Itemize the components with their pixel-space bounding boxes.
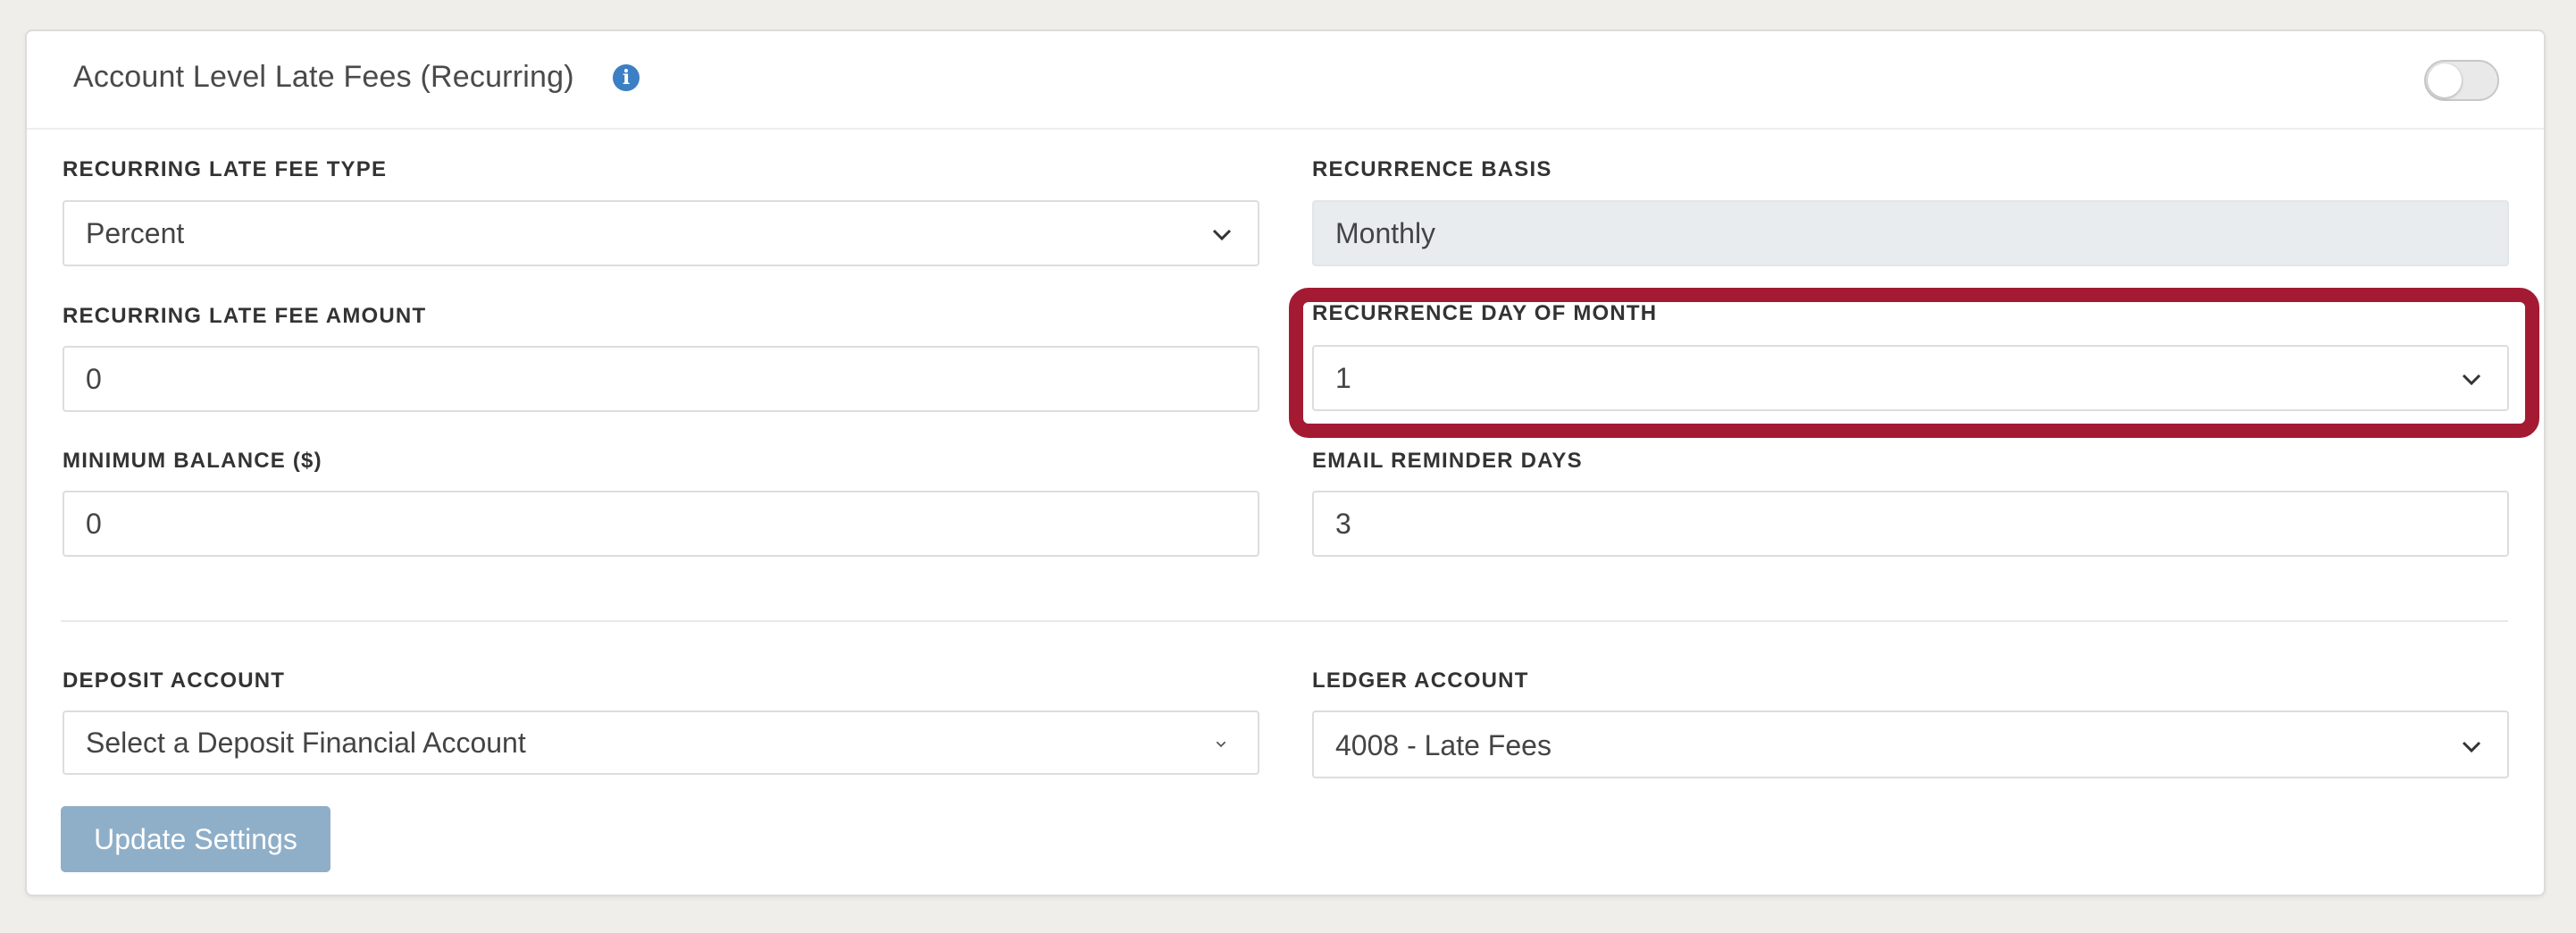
card-title: Account Level Late Fees (Recurring) <box>73 60 574 94</box>
recurrence-basis-field: Monthly <box>1312 200 2509 266</box>
enable-toggle[interactable] <box>2424 60 2499 101</box>
info-icon[interactable]: i <box>613 64 640 91</box>
card-header: Account Level Late Fees (Recurring) i <box>27 31 2544 130</box>
chevron-down-icon <box>1216 741 1226 748</box>
ledger-account-select[interactable]: 4008 - Late Fees <box>1312 710 2509 778</box>
ledger-account-value: 4008 - Late Fees <box>1335 729 1551 761</box>
recurring-late-fee-amount-input[interactable]: 0 <box>63 346 1259 412</box>
email-reminder-days-input[interactable]: 3 <box>1312 491 2509 557</box>
section-divider <box>61 620 2508 622</box>
recurrence-basis-value: Monthly <box>1335 217 1436 249</box>
chevron-down-icon <box>2462 741 2481 753</box>
email-reminder-days-label: EMAIL REMINDER DAYS <box>1312 449 1583 473</box>
recurring-late-fee-type-select[interactable]: Percent <box>63 200 1259 266</box>
minimum-balance-input[interactable]: 0 <box>63 491 1259 557</box>
minimum-balance-value: 0 <box>86 508 102 540</box>
deposit-account-label: DEPOSIT ACCOUNT <box>63 668 286 693</box>
minimum-balance-label: MINIMUM BALANCE ($) <box>63 449 322 473</box>
highlight-box <box>1289 288 2539 438</box>
deposit-account-select[interactable]: Select a Deposit Financial Account <box>63 710 1259 775</box>
email-reminder-days-value: 3 <box>1335 508 1351 540</box>
toggle-knob <box>2428 63 2462 97</box>
recurring-late-fee-type-label: RECURRING LATE FEE TYPE <box>63 157 388 181</box>
recurring-late-fee-amount-value: 0 <box>86 363 102 395</box>
recurring-late-fee-amount-label: RECURRING LATE FEE AMOUNT <box>63 304 427 328</box>
recurring-late-fee-type-value: Percent <box>86 217 185 249</box>
update-settings-button[interactable]: Update Settings <box>61 806 330 872</box>
recurrence-basis-label: RECURRENCE BASIS <box>1312 157 1552 181</box>
ledger-account-label: LEDGER ACCOUNT <box>1312 668 1529 693</box>
chevron-down-icon <box>1212 229 1232 241</box>
deposit-account-placeholder: Select a Deposit Financial Account <box>86 727 526 759</box>
